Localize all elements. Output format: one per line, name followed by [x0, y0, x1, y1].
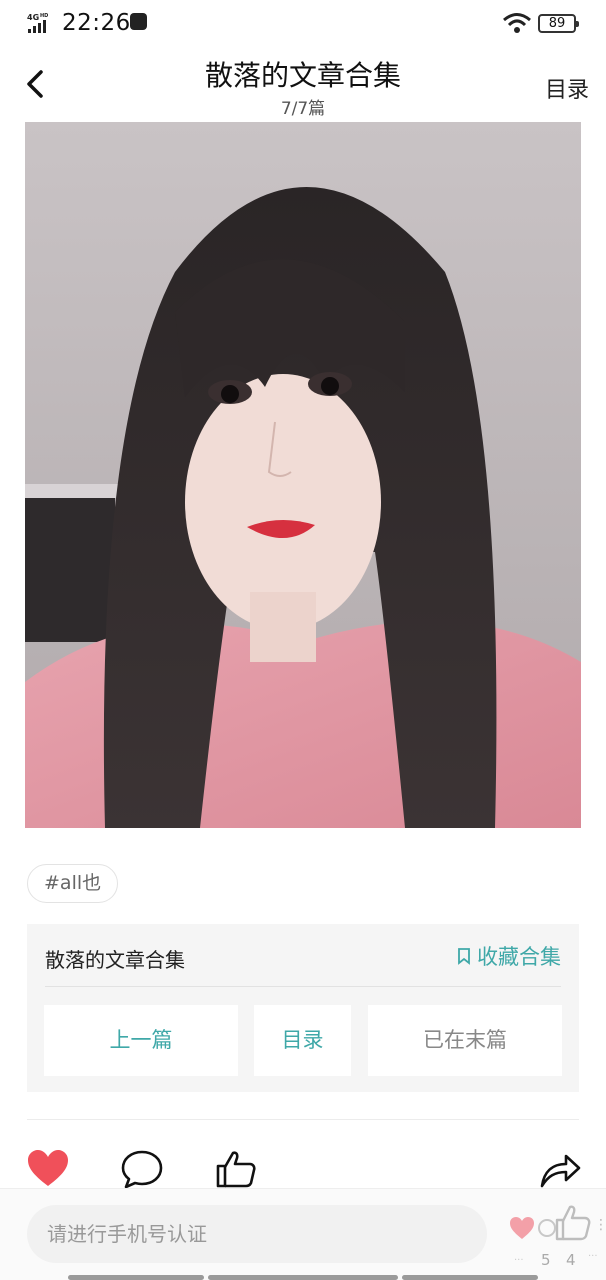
collection-divider — [45, 986, 561, 987]
content-divider — [27, 1119, 579, 1120]
comment-count: 5 — [541, 1251, 551, 1269]
wifi-icon — [503, 13, 531, 33]
page-indicator-3 — [402, 1275, 538, 1280]
heart-icon[interactable] — [26, 1148, 70, 1190]
bookmark-icon — [458, 948, 470, 965]
page-title: 散落的文章合集 — [204, 59, 401, 92]
status-bar: 4G HD 22:26 89 — [0, 0, 606, 46]
page-indicator-2 — [208, 1275, 398, 1280]
collection-title: 散落的文章合集 — [45, 948, 185, 972]
collection-toc-button[interactable]: 目录 — [254, 1005, 351, 1076]
article-photo[interactable] — [25, 122, 581, 828]
status-time: 22:26 — [62, 10, 131, 36]
last-article-indicator: 已在末篇 — [368, 1005, 562, 1076]
page-progress: 7/7篇 — [280, 99, 326, 119]
collection-card: 散落的文章合集 收藏合集 上一篇 目录 已在末篇 — [27, 924, 579, 1092]
count-ellipsis: ··· — [514, 1255, 524, 1266]
thumbs-up-icon[interactable] — [214, 1148, 258, 1190]
message-icon — [130, 13, 147, 30]
toc-button[interactable]: 目录 — [545, 72, 589, 104]
battery-indicator: 89 — [538, 14, 579, 33]
heart-icon[interactable] — [508, 1215, 536, 1241]
topic-tag[interactable]: #all也 — [27, 864, 119, 903]
top-nav-bar: 散落的文章合集 7/7篇 目录 — [0, 46, 606, 120]
prev-article-button[interactable]: 上一篇 — [44, 1005, 238, 1076]
thumbs-up-icon[interactable] — [554, 1203, 592, 1243]
svg-text:4G: 4G — [27, 13, 39, 22]
comment-icon[interactable] — [120, 1148, 164, 1190]
page-indicator-1 — [68, 1275, 204, 1280]
phone-verify-input[interactable]: 请进行手机号认证 — [27, 1205, 487, 1263]
favorite-collection-button[interactable]: 收藏合集 — [457, 941, 561, 971]
svg-text:HD: HD — [40, 13, 48, 19]
count-ellipsis-right: ··· — [588, 1251, 598, 1262]
more-icon[interactable]: ⋮ — [594, 1217, 606, 1233]
bottom-comment-bar: 请进行手机号认证 ⋮ ··· 5 4 ··· — [0, 1188, 606, 1280]
like-count: 4 — [566, 1251, 576, 1269]
favorite-collection-label: 收藏合集 — [477, 945, 561, 969]
share-icon[interactable] — [538, 1148, 582, 1190]
signal-icon: 4G HD — [27, 13, 48, 33]
